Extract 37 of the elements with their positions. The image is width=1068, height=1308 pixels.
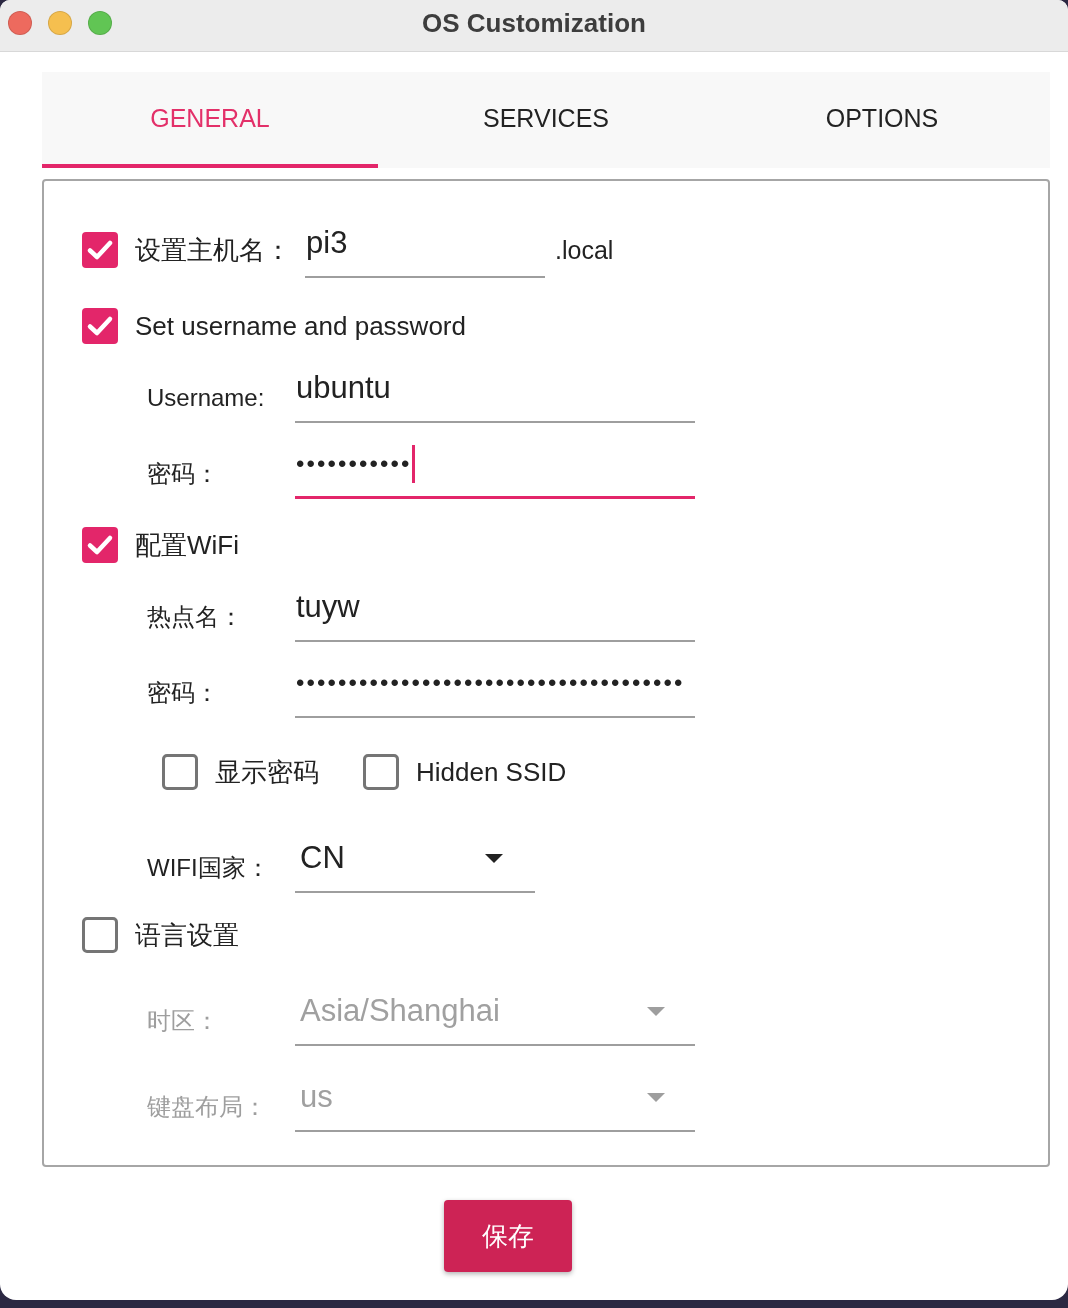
- text-cursor: [411, 444, 415, 483]
- tab[interactable]: SERVICES: [378, 72, 714, 168]
- checkbox-label[interactable]: 设置主机名：: [135, 232, 305, 268]
- close-button[interactable]: [8, 11, 32, 35]
- caret-down-icon: [647, 1092, 665, 1102]
- checkbox-label[interactable]: 显示密码: [215, 754, 319, 790]
- field-label: 键盘布局：: [147, 1092, 268, 1122]
- field-label: 密码：: [147, 459, 220, 489]
- field-label: Username:: [147, 383, 266, 412]
- field-label: 时区：: [147, 1006, 220, 1036]
- suffix-label: .local: [555, 235, 614, 265]
- field-label: 密码：: [147, 678, 220, 708]
- checkbox[interactable]: [82, 232, 118, 268]
- checkbox[interactable]: [82, 527, 118, 563]
- checkbox-label[interactable]: Set username and password: [135, 310, 466, 342]
- caret-down-icon: [485, 853, 503, 863]
- checkbox[interactable]: [363, 754, 399, 790]
- password-field[interactable]: •••••••••••••••••••••••••••••••••••••: [295, 662, 695, 718]
- password-field[interactable]: •••••••••••: [295, 443, 695, 499]
- tab[interactable]: OPTIONS: [714, 72, 1050, 168]
- save-button[interactable]: 保存: [444, 1200, 572, 1272]
- text-field[interactable]: ubuntu: [295, 367, 695, 423]
- checkbox[interactable]: [82, 308, 118, 344]
- tab[interactable]: GENERAL: [42, 72, 378, 168]
- checkbox-label[interactable]: Hidden SSID: [416, 756, 567, 788]
- checkbox-label[interactable]: 语言设置: [135, 917, 239, 953]
- caret-down-icon: [647, 1006, 665, 1016]
- checkbox[interactable]: [82, 917, 118, 953]
- field-label: 热点名：: [147, 602, 244, 632]
- zoom-button[interactable]: [88, 11, 112, 35]
- dropdown[interactable]: CN: [295, 837, 535, 893]
- checkbox[interactable]: [162, 754, 198, 790]
- text-field[interactable]: tuyw: [295, 586, 695, 642]
- window-title: OS Customization: [421, 7, 647, 40]
- checkbox-label[interactable]: 配置WiFi: [135, 527, 239, 563]
- text-field[interactable]: pi3: [305, 222, 545, 278]
- field-label: WIFI国家：: [147, 853, 271, 883]
